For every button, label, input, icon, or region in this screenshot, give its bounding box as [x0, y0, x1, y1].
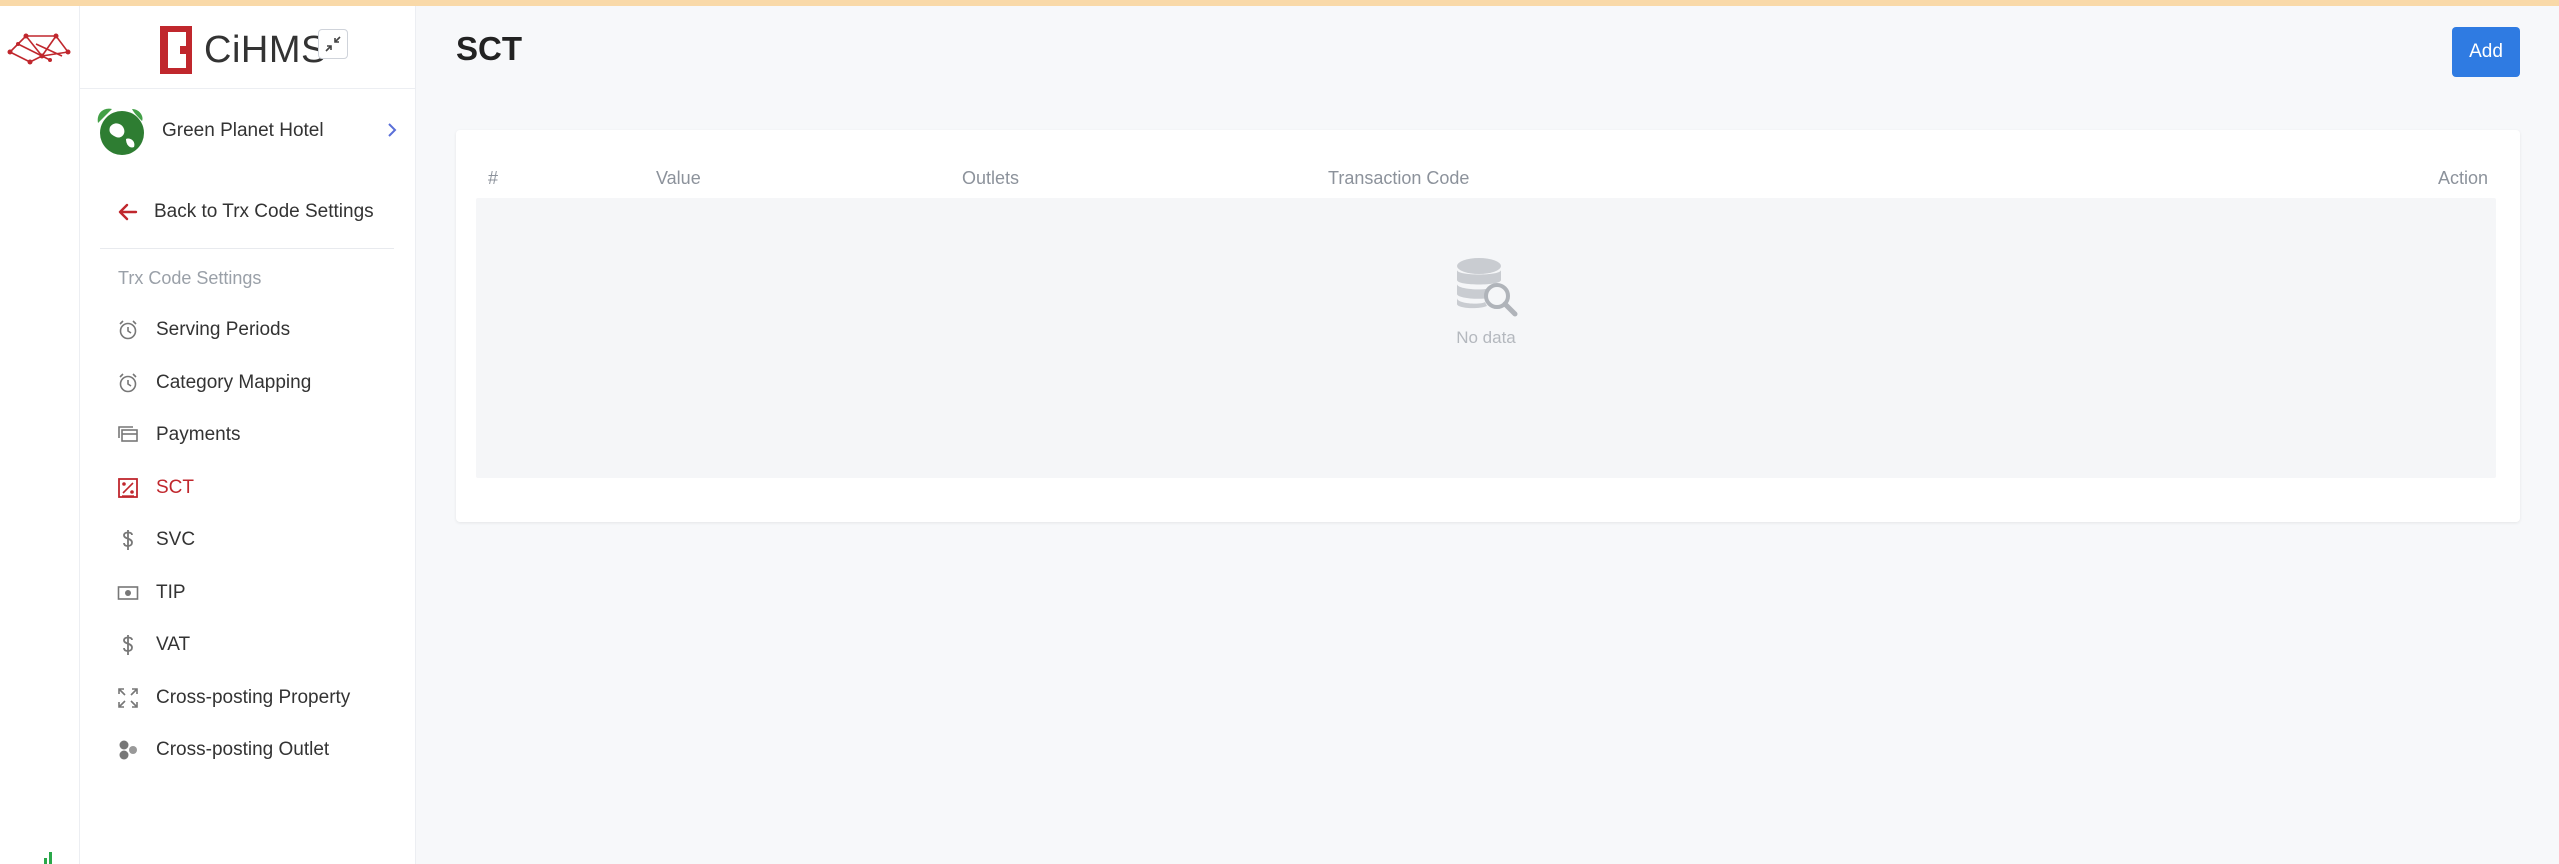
column-header-value[interactable]: Value [656, 168, 701, 189]
collapse-arrows-icon [325, 36, 341, 52]
sidebar-item-category-mapping[interactable]: Category Mapping [116, 357, 406, 410]
sidebar-item-tip[interactable]: TIP [116, 567, 406, 620]
sidebar-item-label: Payments [156, 424, 241, 446]
sidebar-item-vat[interactable]: VAT [116, 619, 406, 672]
main-content: SCT Add # Value Outlets Transaction Code… [416, 6, 2559, 864]
circles-icon [116, 738, 140, 762]
sidebar-item-cross-posting-property[interactable]: Cross-posting Property [116, 672, 406, 725]
table-header: # Value Outlets Transaction Code Action [476, 162, 2500, 198]
sidebar: CiHMS Green Planet Hotel Back to Trx Cod… [80, 6, 416, 864]
sidebar-item-cross-posting-outlet[interactable]: Cross-posting Outlet [116, 724, 406, 777]
brand-logo[interactable]: CiHMS [158, 22, 327, 78]
receipt-percent-icon [116, 476, 140, 500]
hotel-selector[interactable]: Green Planet Hotel [92, 102, 404, 160]
sidebar-item-label: Cross-posting Property [156, 686, 351, 708]
sidebar-item-label: Cross-posting Outlet [156, 739, 330, 761]
sidebar-item-sct[interactable]: SCT [116, 462, 406, 515]
sidebar-item-label: Serving Periods [156, 319, 291, 341]
divider [100, 248, 394, 249]
back-to-trx-code-settings-link[interactable]: Back to Trx Code Settings [116, 200, 374, 224]
brand-name: CiHMS [204, 28, 327, 71]
cards-icon [116, 423, 140, 447]
empty-state: No data [476, 254, 2496, 348]
divider [80, 88, 416, 89]
collapse-sidebar-button[interactable] [318, 29, 348, 59]
section-title: Trx Code Settings [118, 268, 262, 288]
sidebar-item-serving-periods[interactable]: Serving Periods [116, 304, 406, 357]
sidebar-nav: Serving Periods Category Mapping Payment… [116, 304, 406, 777]
app-rail [0, 6, 80, 864]
column-header-transaction-code[interactable]: Transaction Code [1328, 168, 1469, 189]
empty-state-text: No data [1456, 328, 1516, 347]
chevron-right-icon[interactable] [380, 118, 404, 142]
cihms-logo-mark-icon [160, 26, 192, 74]
green-planet-logo-icon [97, 108, 144, 155]
back-label: Back to Trx Code Settings [154, 201, 374, 222]
status-bars-icon [44, 852, 52, 864]
alarm-clock-icon [116, 371, 140, 395]
hotel-name: Green Planet Hotel [162, 120, 324, 141]
arrow-left-icon [118, 203, 138, 221]
banknote-icon [116, 581, 140, 605]
column-header-index[interactable]: # [488, 168, 498, 189]
page-title: SCT [456, 30, 522, 67]
column-header-outlets[interactable]: Outlets [962, 168, 1019, 189]
table-body: No data [476, 198, 2496, 478]
sidebar-item-label: VAT [156, 634, 191, 656]
sidebar-item-label: SCT [156, 476, 194, 498]
network-logo-icon[interactable] [6, 26, 72, 70]
dollar-icon [116, 528, 140, 552]
database-search-icon [1457, 258, 1518, 317]
sidebar-item-label: SVC [156, 529, 196, 551]
sidebar-item-label: TIP [156, 581, 186, 603]
sidebar-item-label: Category Mapping [156, 371, 312, 393]
add-button[interactable]: Add [2452, 27, 2520, 77]
sct-table-card: # Value Outlets Transaction Code Action [456, 130, 2520, 522]
column-header-action[interactable]: Action [2438, 168, 2488, 189]
expand-arrows-icon [116, 686, 140, 710]
sidebar-item-svc[interactable]: SVC [116, 514, 406, 567]
dollar-icon [116, 633, 140, 657]
alarm-clock-icon [116, 318, 140, 342]
sidebar-item-payments[interactable]: Payments [116, 409, 406, 462]
